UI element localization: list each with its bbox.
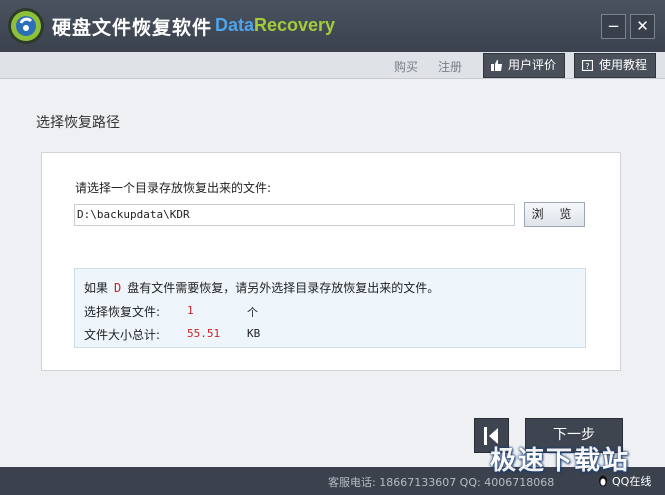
app-logo-icon — [8, 8, 44, 44]
brand-part-data: Data — [215, 15, 255, 35]
tutorial-label: 使用教程 — [599, 58, 648, 72]
help-book-icon: ? — [582, 60, 593, 71]
top-toolbar: 购买 注册 用户评价 ? 使用教程 — [0, 52, 665, 79]
warning-line: 如果 D 盘有文件需要恢复，请另外选择目录存放恢复出来的文件。 — [84, 279, 439, 296]
path-panel: 请选择一个目录存放恢复出来的文件: D:\backupdata\KDR 浏 览 … — [41, 152, 621, 371]
close-button[interactable]: ✕ — [630, 14, 655, 39]
user-review-label: 用户评价 — [508, 58, 557, 72]
section-title: 选择恢复路径 — [36, 115, 120, 131]
total-size-value: 55.51 — [187, 327, 221, 340]
warning-suffix: 盘有文件需要恢复，请另外选择目录存放恢复出来的文件。 — [127, 281, 440, 295]
path-prompt: 请选择一个目录存放恢复出来的文件: — [75, 181, 272, 195]
drive-letter: D — [114, 281, 122, 295]
brand-part-recovery: Recovery — [254, 15, 336, 35]
total-size-label: 文件大小总计: — [84, 328, 161, 342]
path-input[interactable]: D:\backupdata\KDR — [74, 204, 515, 226]
thumbs-up-icon — [491, 60, 502, 71]
buy-link[interactable]: 购买 — [394, 58, 418, 75]
watermark-text: 极速下载站 — [490, 446, 631, 476]
minimize-button[interactable]: − — [601, 14, 626, 39]
info-box: 如果 D 盘有文件需要恢复，请另外选择目录存放恢复出来的文件。 选择恢复文件: 1 … — [74, 268, 586, 348]
user-review-button[interactable]: 用户评价 — [483, 53, 565, 78]
files-count-unit: 个 — [247, 306, 258, 319]
files-count-value: 1 — [187, 304, 194, 317]
total-size-unit: KB — [247, 327, 261, 340]
warning-prefix: 如果 — [84, 281, 109, 295]
app-title: 硬盘文件恢复软件 — [52, 17, 213, 39]
files-count-label: 选择恢复文件: — [84, 305, 161, 319]
brand-name: DataRecovery — [215, 15, 335, 36]
register-link[interactable]: 注册 — [438, 58, 462, 75]
browse-button[interactable]: 浏 览 — [524, 202, 585, 227]
tutorial-button[interactable]: ? 使用教程 — [574, 53, 656, 78]
title-bar: 硬盘文件恢复软件 DataRecovery − ✕ — [0, 0, 665, 52]
svg-text:?: ? — [585, 62, 589, 71]
